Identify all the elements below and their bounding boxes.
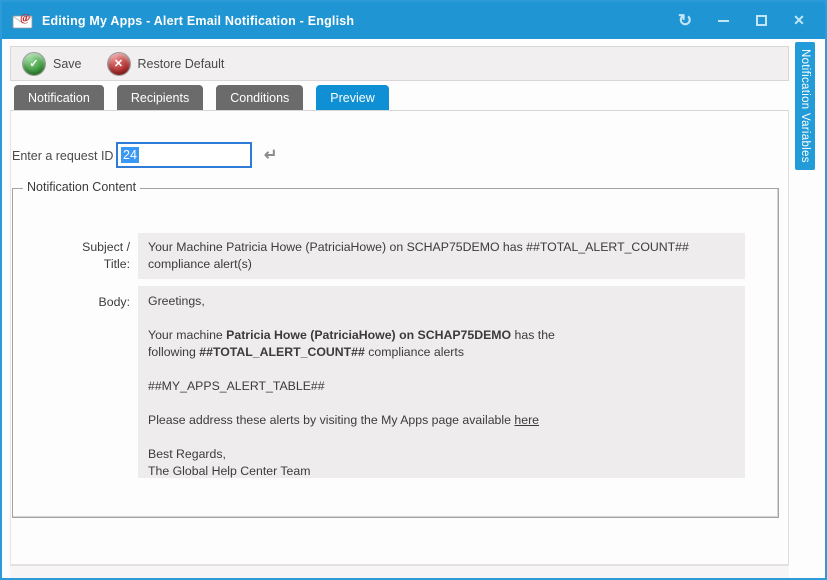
refresh-icon[interactable]: ↻ [673, 9, 697, 33]
enter-return-icon: ↵ [264, 145, 277, 165]
app-email-icon: @ [12, 12, 34, 29]
notification-variables-tab[interactable]: Notification Variables [795, 42, 815, 170]
dialog-window: @ Editing My Apps - Alert Email Notifica… [0, 0, 827, 580]
save-button-label: Save [53, 57, 82, 71]
tab-recipients[interactable]: Recipients [117, 85, 203, 110]
subject-title-label: Subject / Title: [53, 239, 130, 273]
window-title: Editing My Apps - Alert Email Notificati… [42, 14, 354, 28]
notification-variables-tab-label: Notification Variables [799, 49, 811, 163]
minimize-bar [718, 20, 729, 22]
tab-strip: Notification Recipients Conditions Previ… [10, 85, 789, 110]
maximize-box [756, 15, 767, 26]
request-id-selected-text: 24 [121, 147, 139, 163]
body-value: Greetings, Your machine Patricia Howe (P… [138, 286, 745, 478]
restore-x-icon: ✕ [108, 53, 130, 75]
maximize-icon[interactable] [749, 9, 773, 33]
subject-value: Your Machine Patricia Howe (PatriciaHowe… [138, 233, 745, 279]
request-id-input[interactable]: 24 [117, 143, 251, 167]
request-id-label: Enter a request ID t [12, 149, 120, 163]
toolbar: ✓ Save ✕ Restore Default [10, 46, 789, 81]
footer-strip [10, 565, 789, 578]
titlebar: @ Editing My Apps - Alert Email Notifica… [2, 2, 825, 39]
save-check-icon: ✓ [23, 53, 45, 75]
close-icon[interactable]: ✕ [787, 9, 811, 33]
group-title: Notification Content [23, 180, 140, 194]
restore-default-button-label: Restore Default [138, 57, 225, 71]
minimize-icon[interactable] [711, 9, 735, 33]
tab-conditions[interactable]: Conditions [216, 85, 303, 110]
tab-preview[interactable]: Preview [316, 85, 388, 110]
svg-text:@: @ [20, 12, 30, 24]
body-label: Body: [53, 294, 130, 311]
save-button[interactable]: ✓ Save [23, 53, 82, 75]
tab-notification[interactable]: Notification [14, 85, 104, 110]
window-controls: ↻ ✕ [673, 2, 811, 39]
restore-default-button[interactable]: ✕ Restore Default [108, 53, 225, 75]
notification-content-group: Notification Content Subject / Title: Yo… [12, 188, 779, 518]
